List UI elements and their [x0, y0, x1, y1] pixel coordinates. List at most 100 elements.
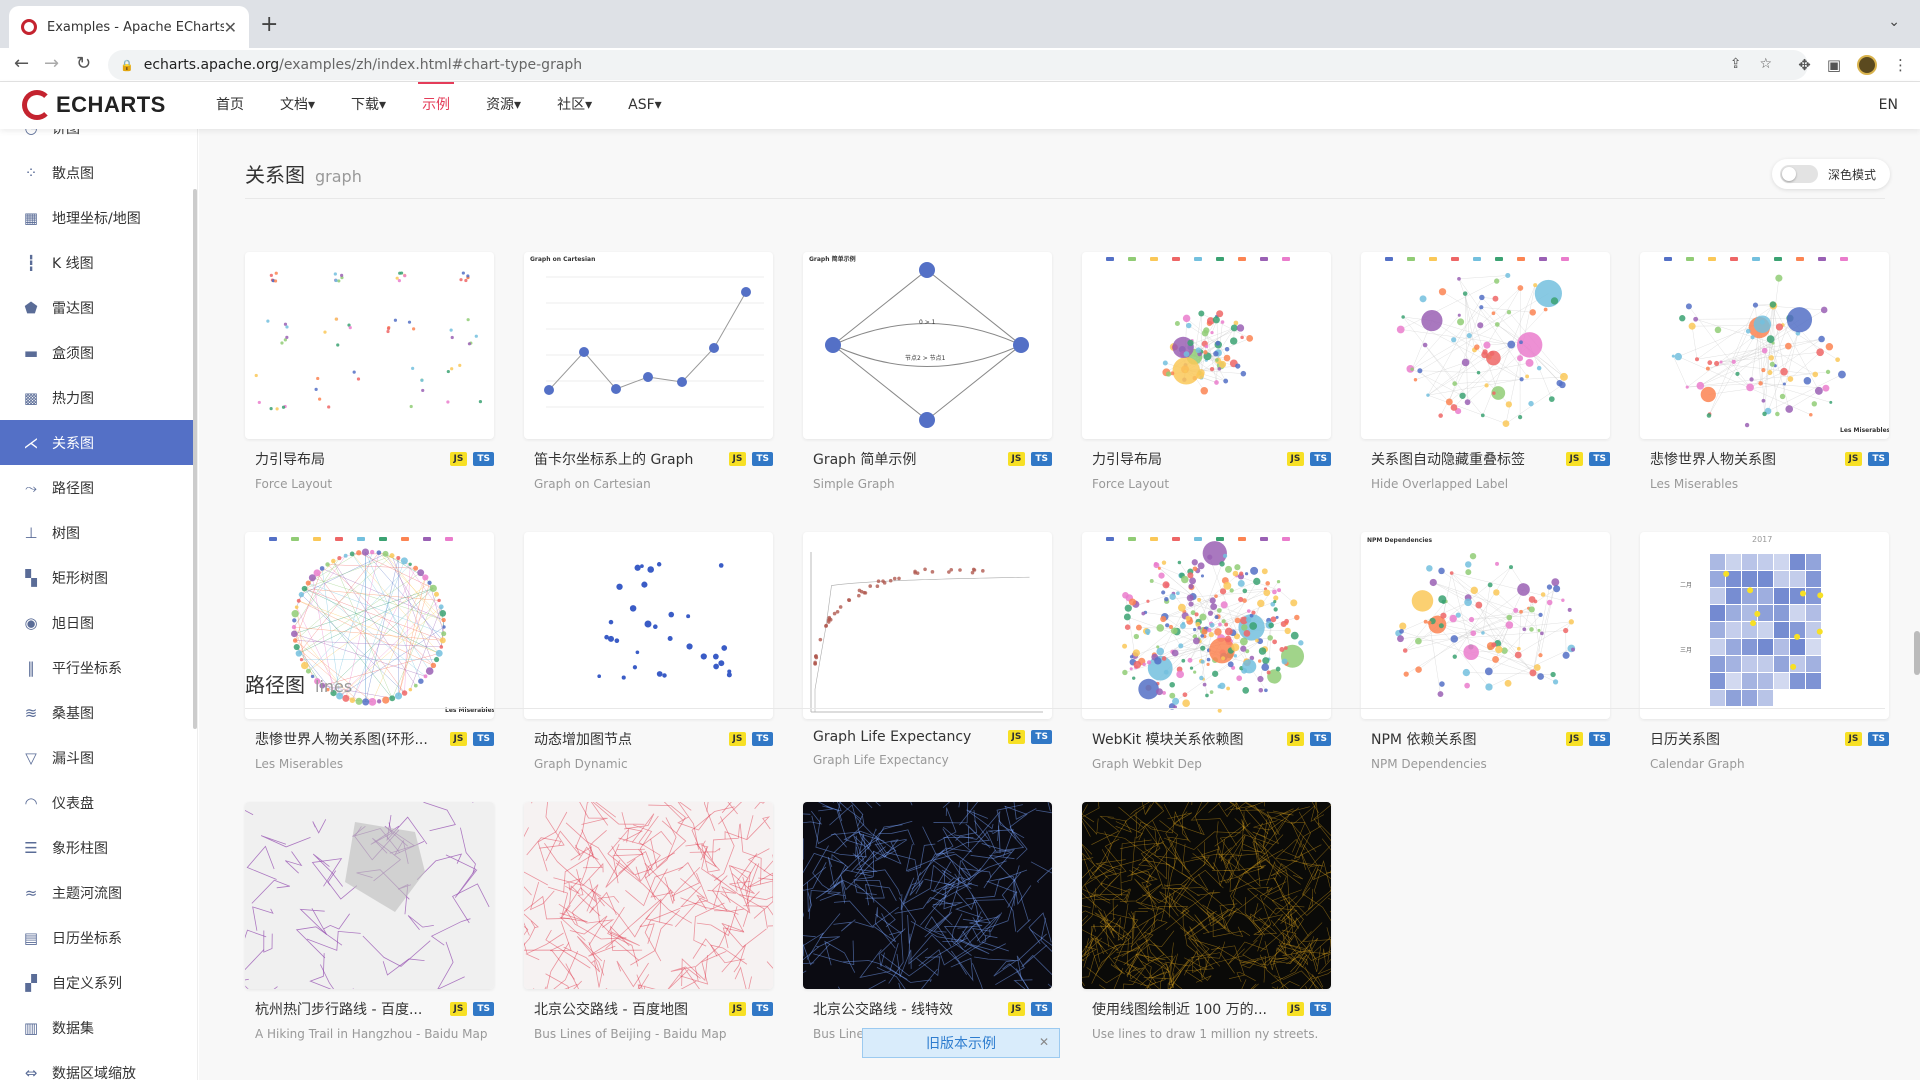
sidebar-item-pie[interactable]: ◔ 饼图 — [0, 129, 197, 150]
js-badge[interactable]: JS — [1565, 732, 1584, 746]
js-badge[interactable]: JS — [1565, 452, 1584, 466]
ts-badge[interactable]: TS — [1868, 732, 1889, 746]
card-title[interactable]: 北京公交路线 - 百度地图 — [534, 999, 723, 1019]
ts-badge[interactable]: TS — [1310, 452, 1331, 466]
example-thumbnail[interactable] — [803, 802, 1052, 989]
sidebar-item-pictorial-bar[interactable]: ☰ 象形柱图 — [0, 825, 197, 870]
example-card[interactable]: 北京公交路线 - 百度地图 JS TS Bus Lines of Beijing - … — [524, 802, 773, 1041]
browser-menu-icon[interactable]: ⋮ — [1893, 56, 1908, 74]
card-title[interactable]: 使用线图绘制近 100 万的... — [1092, 999, 1281, 1019]
js-badge[interactable]: JS — [728, 1002, 747, 1016]
example-card[interactable]: 北京公交路线 - 线特效JSTSBus Lines of Beijing - L… — [803, 802, 1052, 1041]
card-title[interactable]: 关系图自动隐藏重叠标签 — [1371, 449, 1560, 469]
example-thumbnail[interactable]: NPM Dependencies — [1361, 532, 1610, 719]
reload-icon[interactable]: ↻ — [76, 53, 91, 74]
ts-badge[interactable]: TS — [473, 1002, 494, 1016]
card-title[interactable]: 北京公交路线 - 线特效 — [813, 999, 1002, 1019]
example-thumbnail[interactable]: Les Miserables — [1640, 252, 1889, 439]
ts-badge[interactable]: TS — [1868, 452, 1889, 466]
ts-badge[interactable]: TS — [1589, 452, 1610, 466]
card-title[interactable]: 悲惨世界人物关系图 — [1650, 449, 1839, 469]
ts-badge[interactable]: TS — [1031, 1002, 1052, 1016]
example-card[interactable]: 关系图自动隐藏重叠标签 JS TS Hide Overlapped Label — [1361, 252, 1610, 491]
example-card[interactable]: 动态增加图节点 JS TS Graph Dynamic — [524, 532, 773, 771]
js-badge[interactable]: JS — [1007, 1002, 1026, 1016]
example-thumbnail[interactable] — [524, 532, 773, 719]
js-badge[interactable]: JS — [728, 732, 747, 746]
sidebar-item-calendar[interactable]: ▤ 日历坐标系 — [0, 915, 197, 960]
language-switch[interactable]: EN — [1879, 97, 1898, 113]
ts-badge[interactable]: TS — [1031, 730, 1052, 744]
example-thumbnail[interactable]: Graph 简单示例 0 > 1 节点2 > 节点1 — [803, 252, 1052, 439]
old-version-link[interactable]: 旧版本示例 — [926, 1033, 996, 1053]
example-thumbnail[interactable]: Graph on Cartesian — [524, 252, 773, 439]
example-thumbnail[interactable] — [1361, 252, 1610, 439]
sidebar-item-map[interactable]: ▦ 地理坐标/地图 — [0, 195, 197, 240]
sidebar-scrollbar[interactable] — [193, 189, 197, 729]
example-card[interactable]: 力引导布局 JS TS Force Layout — [245, 252, 494, 491]
sidebar-item-sankey[interactable]: ≋ 桑基图 — [0, 690, 197, 735]
toggle-switch[interactable] — [1779, 165, 1818, 183]
sidebar-item-dataset[interactable]: ▥ 数据集 — [0, 1005, 197, 1050]
dark-mode-toggle[interactable]: 深色模式 — [1771, 159, 1890, 189]
card-title[interactable]: 悲惨世界人物关系图(环形... — [255, 729, 444, 749]
nav-item-1[interactable]: 文档▾ — [262, 82, 333, 129]
forward-icon[interactable]: → — [44, 53, 59, 74]
ts-badge[interactable]: TS — [752, 1002, 773, 1016]
share-icon[interactable]: ⇪ — [1730, 56, 1742, 72]
example-card[interactable]: 使用线图绘制近 100 万的... JS TS Use lines to draw 1… — [1082, 802, 1331, 1041]
side-panel-icon[interactable]: ▣ — [1827, 56, 1841, 74]
main-scrollbar[interactable] — [1914, 631, 1920, 675]
close-icon[interactable]: ✕ — [1039, 1035, 1049, 1049]
example-card[interactable]: Graph 简单示例 0 > 1 节点2 > 节点1 Graph 简单示例 JS TS Si… — [803, 252, 1052, 491]
card-title[interactable]: 日历关系图 — [1650, 729, 1839, 749]
js-badge[interactable]: JS — [1007, 730, 1026, 744]
js-badge[interactable]: JS — [1007, 452, 1026, 466]
example-card[interactable]: Graph Life Expectancy JS TS Graph Life Expe… — [803, 532, 1052, 767]
example-thumbnail[interactable] — [245, 252, 494, 439]
ts-badge[interactable]: TS — [1310, 732, 1331, 746]
example-thumbnail[interactable] — [1082, 802, 1331, 989]
js-badge[interactable]: JS — [1844, 732, 1863, 746]
sidebar-item-graph[interactable]: ⋌ 关系图 — [0, 420, 197, 465]
sidebar-item-candlestick[interactable]: ┇ K 线图 — [0, 240, 197, 285]
example-thumbnail[interactable] — [524, 802, 773, 989]
sidebar-item-tree[interactable]: ⊥ 树图 — [0, 510, 197, 555]
js-badge[interactable]: JS — [1286, 1002, 1305, 1016]
card-title[interactable]: 动态增加图节点 — [534, 729, 723, 749]
sidebar-item-lines[interactable]: ⤳ 路径图 — [0, 465, 197, 510]
sidebar-item-heatmap[interactable]: ▩ 热力图 — [0, 375, 197, 420]
sidebar-item-funnel[interactable]: ▽ 漏斗图 — [0, 735, 197, 780]
card-title[interactable]: 力引导布局 — [1092, 449, 1281, 469]
card-title[interactable]: 笛卡尔坐标系上的 Graph — [534, 449, 723, 469]
nav-item-6[interactable]: ASF▾ — [610, 82, 680, 129]
extensions-puzzle-icon[interactable]: ✥ — [1798, 56, 1811, 74]
old-version-banner[interactable]: 旧版本示例 ✕ — [862, 1028, 1060, 1058]
example-card[interactable]: Graph on Cartesian 笛卡尔坐标系上的 Graph JS TS Grap… — [524, 252, 773, 491]
example-thumbnail[interactable] — [245, 802, 494, 989]
sidebar-item-boxplot[interactable]: ▬ 盒须图 — [0, 330, 197, 375]
example-thumbnail[interactable] — [1082, 252, 1331, 439]
sidebar-item-radar[interactable]: ⬟ 雷达图 — [0, 285, 197, 330]
example-thumbnail[interactable] — [1082, 532, 1331, 719]
sidebar-item-gauge[interactable]: ◠ 仪表盘 — [0, 780, 197, 825]
sidebar-item-sunburst[interactable]: ◉ 旭日图 — [0, 600, 197, 645]
browser-tab[interactable]: Examples - Apache ECharts ✕ — [9, 6, 249, 48]
card-title[interactable]: NPM 依赖关系图 — [1371, 729, 1560, 749]
bookmark-star-icon[interactable]: ☆ — [1759, 56, 1772, 72]
echarts-logo[interactable]: ECHARTS — [22, 90, 166, 120]
card-title[interactable]: Graph 简单示例 — [813, 449, 1002, 469]
example-thumbnail[interactable] — [803, 532, 1052, 719]
js-badge[interactable]: JS — [1844, 452, 1863, 466]
nav-item-5[interactable]: 社区▾ — [539, 82, 610, 129]
sidebar-item-scatter[interactable]: ⁘ 散点图 — [0, 150, 197, 195]
sidebar-item-datazoom[interactable]: ⇔ 数据区域缩放 — [0, 1050, 197, 1080]
profile-avatar[interactable] — [1857, 55, 1877, 75]
nav-item-4[interactable]: 资源▾ — [468, 82, 539, 129]
back-icon[interactable]: ← — [14, 53, 29, 74]
js-badge[interactable]: JS — [449, 1002, 468, 1016]
ts-badge[interactable]: TS — [473, 732, 494, 746]
url-input[interactable]: 🔒 echarts.apache.org/examples/zh/index.h… — [108, 50, 1808, 80]
ts-badge[interactable]: TS — [1031, 452, 1052, 466]
card-title[interactable]: Graph Life Expectancy — [813, 729, 1002, 745]
